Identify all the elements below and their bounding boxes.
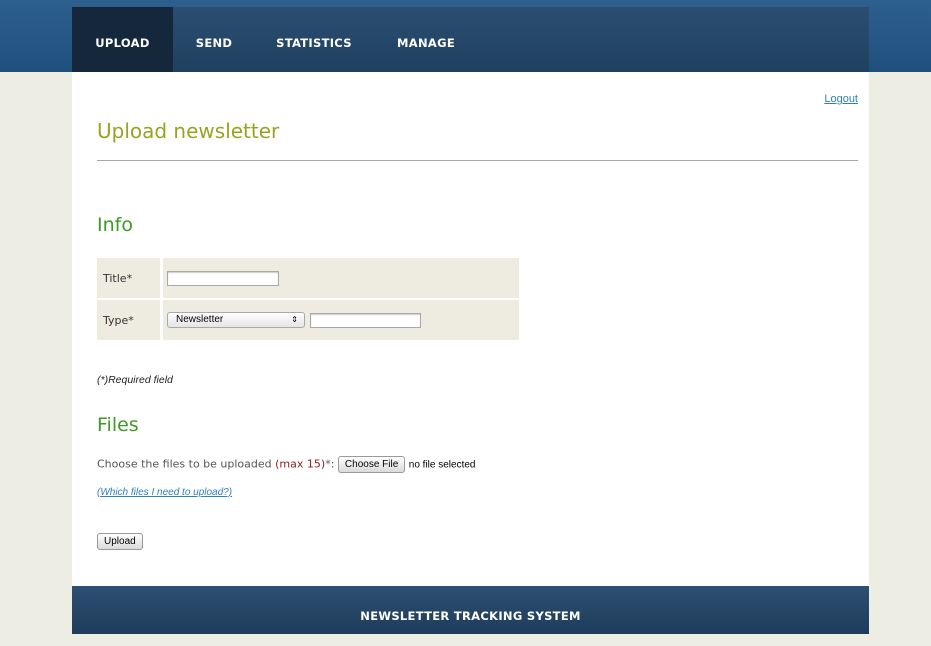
choose-files-suffix: *: <box>325 457 335 471</box>
page-title: Upload newsletter <box>97 119 280 143</box>
nav-upload[interactable]: UPLOAD <box>72 7 173 72</box>
info-heading: Info <box>97 214 133 236</box>
title-label: Title* <box>97 258 163 298</box>
type-label: Type* <box>97 298 163 340</box>
type-row: Type* Newsletter ⇕ <box>97 298 519 340</box>
choose-files-text: Choose the files to be uploaded <box>97 457 272 471</box>
nav-send[interactable]: SEND <box>184 7 244 72</box>
title-row: Title* <box>97 258 519 298</box>
max-files-text: (max 15) <box>275 457 326 471</box>
footer-text: NEWSLETTER TRACKING SYSTEM <box>360 609 581 623</box>
type-select-value: Newsletter <box>176 314 224 325</box>
upload-button[interactable]: Upload <box>97 533 143 550</box>
choose-file-button[interactable]: Choose File <box>337 456 406 473</box>
select-arrows-icon: ⇕ <box>291 315 298 324</box>
nav-manage[interactable]: MANAGE <box>388 7 464 72</box>
type-field-cell: Newsletter ⇕ <box>163 298 519 340</box>
title-field-cell <box>163 258 519 298</box>
main-nav: UPLOAD SEND STATISTICS MANAGE <box>72 7 869 72</box>
no-file-status: no file selected <box>408 459 476 471</box>
type-other-input[interactable] <box>309 312 421 328</box>
files-heading: Files <box>97 414 139 436</box>
title-divider <box>97 160 858 161</box>
nav-statistics[interactable]: STATISTICS <box>264 7 364 72</box>
info-form-table: Title* Type* Newsletter ⇕ <box>97 258 519 340</box>
title-input[interactable] <box>167 270 279 286</box>
footer: NEWSLETTER TRACKING SYSTEM <box>72 586 869 634</box>
required-note: (*)Required field <box>97 374 173 386</box>
choose-files-row: Choose the files to be uploaded (max 15)… <box>97 456 475 473</box>
main-content: Logout Upload newsletter Info Title* Typ… <box>72 72 869 586</box>
type-select[interactable]: Newsletter ⇕ <box>167 312 305 328</box>
which-files-link[interactable]: (Which files I need to upload?) <box>97 487 232 498</box>
logout-link[interactable]: Logout <box>824 93 858 105</box>
